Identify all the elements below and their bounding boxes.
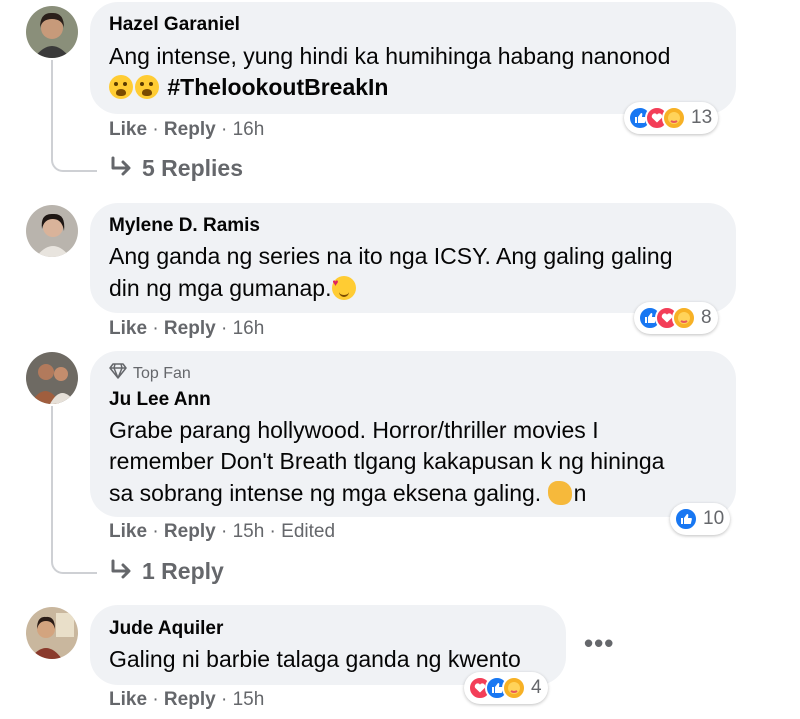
comment-actions: Like · Reply · 15h · Edited — [109, 521, 336, 542]
comment-text-line: Ang ganda ng series na ito nga ICSY. Ang… — [109, 243, 673, 269]
comment-author[interactable]: Hazel Garaniel — [109, 14, 240, 36]
reply-button[interactable]: Reply — [164, 318, 216, 339]
comment-text: din ng mga gumanap. — [109, 272, 358, 305]
like-button[interactable]: Like — [109, 521, 147, 542]
view-replies-link[interactable]: 5 Replies — [110, 155, 243, 184]
timestamp[interactable]: 16h — [233, 318, 265, 339]
reply-button[interactable]: Reply — [164, 119, 216, 140]
comment-text-line: remember Don't Breath tlgang kakapusan k… — [109, 448, 665, 474]
reaction-summary[interactable]: 13 — [624, 102, 719, 134]
hashtag-link[interactable]: #ThelookoutBreakIn — [167, 74, 388, 100]
top-fan-badge: Top Fan — [109, 363, 191, 384]
avatar-jude[interactable] — [26, 607, 78, 659]
comment-author[interactable]: Jude Aquiler — [109, 618, 223, 640]
reaction-count: 13 — [691, 107, 713, 128]
diamond-icon — [109, 363, 127, 384]
avatar-ju-lee-ann[interactable] — [26, 352, 78, 404]
comment-text-line: Galing ni barbie talaga ganda ng kwento — [109, 646, 521, 672]
more-options-button[interactable]: ••• — [584, 628, 614, 659]
comment-author[interactable]: Mylene D. Ramis — [109, 215, 260, 237]
timestamp[interactable]: 16h — [233, 119, 265, 140]
smiling-face-with-hearts-emoji-icon — [331, 276, 356, 300]
comment-actions: Like · Reply · 16h — [109, 318, 265, 339]
reaction-count: 4 — [531, 677, 542, 698]
reply-button[interactable]: Reply — [164, 521, 216, 542]
comment-text-line: Grabe parang hollywood. Horror/thriller … — [109, 417, 599, 443]
comment-text-line: sa sobrang intense ng mga eksena galing. — [109, 480, 542, 506]
like-icon — [674, 507, 698, 531]
care-icon — [672, 306, 696, 330]
comment-actions: Like · Reply · 16h — [109, 119, 265, 140]
comment-text-line: din ng mga gumanap. — [109, 275, 332, 301]
comment-text: Ang intense, yung hindi ka humihinga hab… — [109, 40, 670, 73]
view-replies-link[interactable]: 1 Reply — [110, 558, 224, 587]
reply-arrow-icon — [110, 156, 134, 184]
avatar-hazel[interactable] — [26, 6, 78, 58]
reply-arrow-icon — [110, 559, 134, 587]
like-button[interactable]: Like — [109, 318, 147, 339]
edited-label[interactable]: Edited — [281, 521, 335, 542]
like-button[interactable]: Like — [109, 119, 147, 140]
like-button[interactable]: Like — [109, 689, 147, 710]
comment-text: sa sobrang intense ng mga eksena galing.… — [109, 480, 587, 506]
comment-author[interactable]: Ju Lee Ann — [109, 389, 211, 411]
reaction-count: 8 — [701, 307, 712, 328]
avatar-mylene[interactable] — [26, 205, 78, 257]
timestamp[interactable]: 15h — [233, 689, 265, 710]
reaction-count: 10 — [703, 508, 725, 529]
comment-text-line: Ang intense, yung hindi ka humihinga hab… — [109, 43, 671, 69]
crying-face-emoji-icon — [109, 75, 133, 99]
care-icon — [662, 106, 686, 130]
timestamp[interactable]: 15h — [233, 521, 265, 542]
reaction-summary[interactable]: 10 — [670, 503, 731, 535]
crying-face-emoji-icon — [135, 75, 159, 99]
reaction-summary[interactable]: 8 — [634, 302, 718, 334]
clapping-hands-emoji-icon — [547, 481, 572, 505]
comment-actions: Like · Reply · 15h — [109, 689, 265, 710]
comment-text: #ThelookoutBreakIn — [109, 71, 389, 104]
care-icon — [502, 676, 526, 700]
reaction-summary[interactable]: 4 — [464, 672, 548, 704]
reply-button[interactable]: Reply — [164, 689, 216, 710]
